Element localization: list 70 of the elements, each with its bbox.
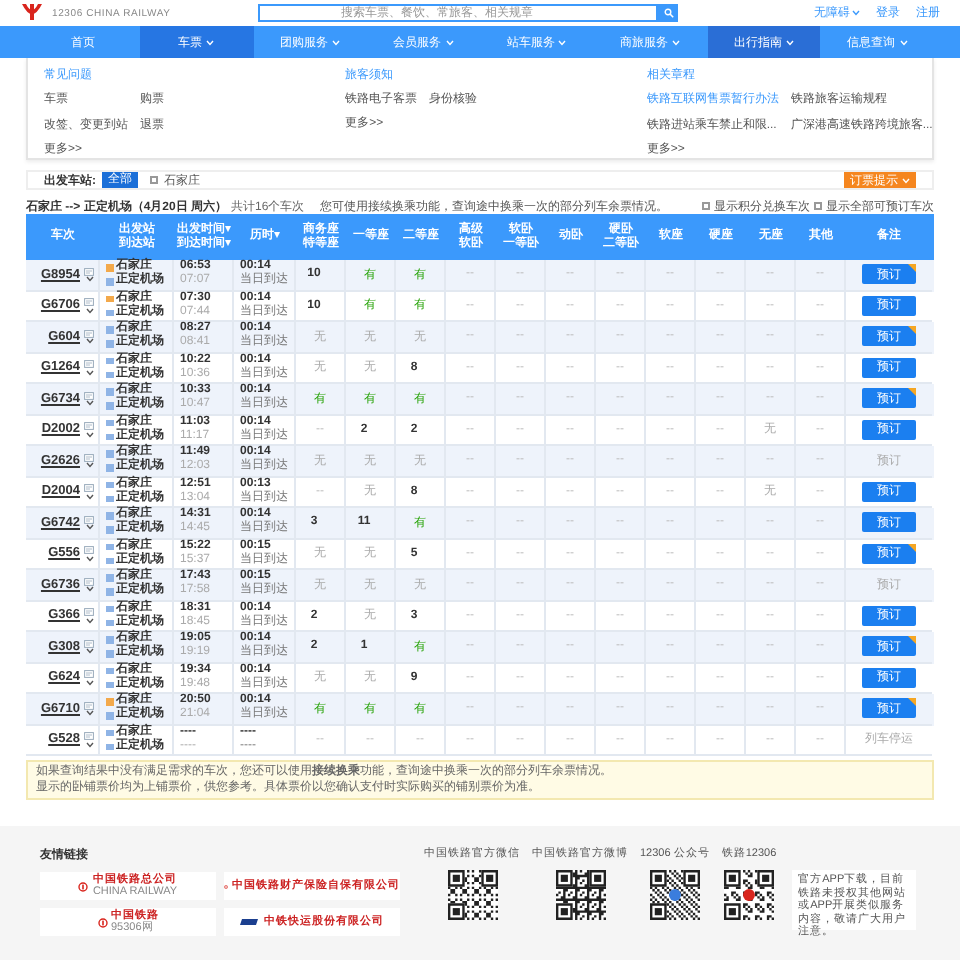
- emblem-icon: [97, 917, 107, 927]
- caret-icon: [85, 400, 93, 406]
- station-marker-icon: [106, 712, 113, 719]
- caret-icon: [85, 462, 93, 468]
- ticket-icon: [84, 577, 94, 585]
- caret-icon: [85, 524, 93, 530]
- ticket-icon: [84, 484, 94, 492]
- qr-code: [723, 870, 774, 920]
- caret-icon: [902, 177, 910, 183]
- station-marker-icon: [106, 464, 113, 471]
- ticket-icon: [84, 670, 94, 678]
- caret-icon: [85, 555, 93, 561]
- ticket-icon: [84, 267, 94, 275]
- caret-icon: [85, 276, 93, 282]
- ticket-icon: [84, 701, 94, 709]
- station-marker-icon: [106, 495, 113, 502]
- logo-icon: [20, 4, 44, 22]
- caret-icon: [785, 39, 794, 45]
- station-marker-icon: [106, 340, 113, 347]
- caret-icon: [85, 710, 93, 716]
- station-marker-icon: [106, 557, 113, 564]
- caret-icon: [85, 431, 93, 437]
- station-marker-icon: [106, 371, 113, 378]
- caret-icon: [899, 39, 908, 45]
- caret-icon: [85, 586, 93, 592]
- ticket-icon: [84, 515, 94, 523]
- ticket-icon: [84, 732, 94, 740]
- caret-icon: [85, 648, 93, 654]
- caret-icon: [85, 617, 93, 623]
- qr-code: [649, 870, 700, 920]
- caret-icon: [672, 39, 681, 45]
- station-marker-icon: [106, 309, 113, 316]
- caret-icon: [85, 679, 93, 685]
- caret-icon: [85, 741, 93, 747]
- station-marker-icon: [106, 278, 113, 285]
- emblem-icon: [78, 881, 89, 891]
- caret-icon: [85, 493, 93, 499]
- ticket-icon: [84, 422, 94, 430]
- ticket-icon: [84, 453, 94, 461]
- search-button[interactable]: [658, 4, 679, 22]
- search-icon: [663, 8, 674, 18]
- station-marker-icon: [106, 526, 113, 533]
- station-marker-icon: [106, 681, 113, 688]
- ticket-icon: [84, 546, 94, 554]
- station-marker-icon: [106, 650, 113, 657]
- station-marker-icon: [106, 619, 113, 626]
- station-marker-icon: [106, 743, 113, 750]
- ticket-icon: [84, 608, 94, 616]
- qr-code: [447, 870, 497, 920]
- ticket-icon: [84, 391, 94, 399]
- ticket-icon: [84, 639, 94, 647]
- checkbox[interactable]: [150, 176, 158, 184]
- checkbox[interactable]: [814, 202, 822, 210]
- qr-code: [555, 870, 605, 920]
- caret-icon: [85, 338, 93, 344]
- caret-icon: [206, 39, 215, 45]
- caret-icon: [445, 39, 454, 45]
- ticket-icon: [84, 360, 94, 368]
- caret-icon: [852, 10, 860, 16]
- ticket-icon: [84, 298, 94, 306]
- station-marker-icon: [106, 402, 113, 409]
- station-marker-icon: [106, 433, 113, 440]
- caret-icon: [85, 307, 93, 313]
- caret-icon: [558, 39, 567, 45]
- ticket-icon: [84, 329, 94, 337]
- checkbox[interactable]: [702, 202, 710, 210]
- cre-mark-icon: [240, 918, 260, 926]
- caret-icon: [331, 39, 340, 45]
- station-marker-icon: [106, 588, 113, 595]
- caret-icon: [85, 369, 93, 375]
